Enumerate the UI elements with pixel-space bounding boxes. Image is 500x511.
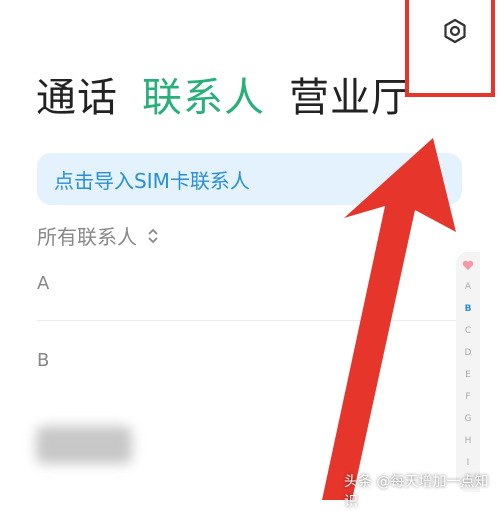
index-letter-b[interactable]: B — [456, 304, 480, 314]
tab-calls[interactable]: 通话 — [36, 78, 118, 118]
index-letter-f[interactable]: F — [456, 392, 480, 402]
index-letter-e[interactable]: E — [456, 370, 480, 380]
index-letter-h[interactable]: H — [456, 436, 480, 446]
alphabet-index-bar[interactable]: A B C D E F G H I — [456, 252, 480, 492]
index-letter-d[interactable]: D — [456, 348, 480, 358]
import-sim-contacts-label: 点击导入SIM卡联系人 — [54, 168, 250, 193]
sort-toggle-icon — [148, 228, 158, 243]
index-letter-a[interactable]: A — [456, 282, 480, 292]
section-header-b: B — [37, 350, 50, 371]
annotation-highlight-box — [405, 0, 495, 97]
tab-service-hall[interactable]: 营业厅 — [289, 78, 412, 118]
index-letter-c[interactable]: C — [456, 326, 480, 336]
contacts-filter-dropdown[interactable]: 所有联系人 — [37, 221, 159, 250]
divider — [37, 320, 462, 321]
tab-contacts[interactable]: 联系人 — [142, 78, 265, 118]
heart-icon[interactable] — [462, 260, 474, 271]
top-tabs: 通话 联系人 营业厅 — [36, 68, 436, 128]
filter-label: 所有联系人 — [37, 225, 137, 249]
index-letter-i[interactable]: I — [456, 458, 480, 468]
import-sim-contacts-button[interactable]: 点击导入SIM卡联系人 — [37, 153, 462, 205]
section-header-a: A — [37, 273, 50, 294]
watermark: 头条 @每天增加一点知识 — [344, 474, 489, 510]
index-letter-g[interactable]: G — [456, 414, 480, 424]
contact-name-blurred[interactable] — [36, 426, 132, 464]
